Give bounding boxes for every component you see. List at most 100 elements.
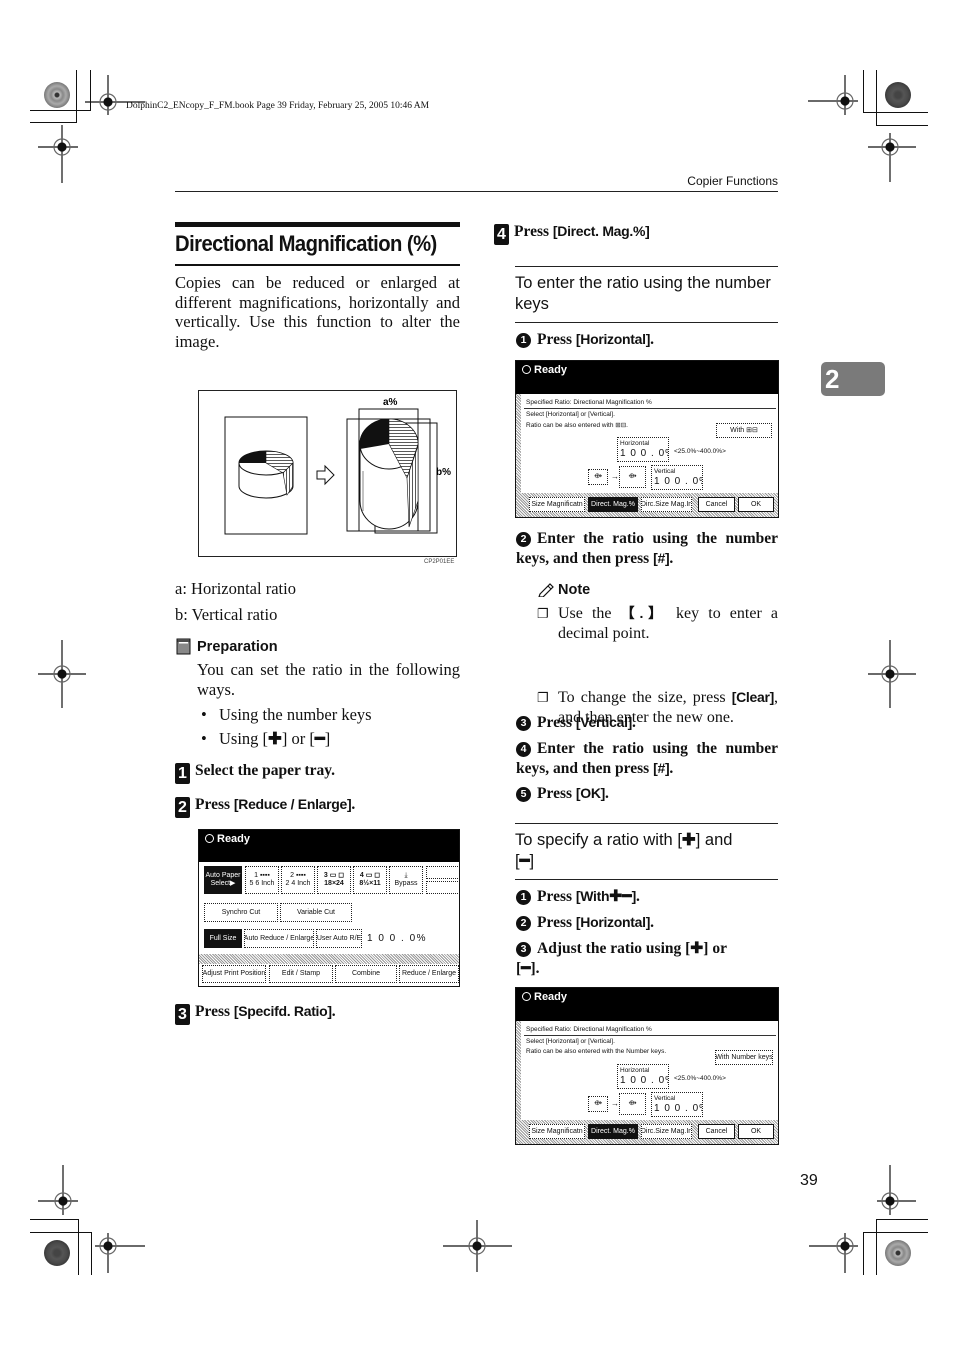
tab-size-magnification[interactable]: Size Magnificatn (529, 1124, 585, 1139)
note-icon (537, 581, 555, 602)
tab-strip-pattern (199, 954, 459, 964)
cancel-button[interactable]: Cancel (698, 1124, 735, 1139)
ratio-range: <25.0%~400.0%> (674, 1075, 726, 1082)
full-size-button[interactable]: Full Size (204, 929, 242, 948)
enlarged-cylinder-icon (359, 418, 419, 530)
registration-target-icon (877, 1165, 916, 1215)
registration-target-icon (38, 125, 78, 183)
registration-target-icon (38, 640, 86, 708)
registration-target-icon (868, 640, 916, 708)
figure-code: CP2P01EE (424, 559, 455, 565)
step-number: 1 (516, 333, 531, 348)
panel-title: Specified Ratio: Directional Magnificati… (526, 399, 652, 406)
substep-1: 1 Press [Horizontal]. (516, 330, 654, 350)
substep-adjust: 3 Adjust the ratio using [✚] or [━]. (516, 940, 727, 977)
step-number: 1 (516, 890, 531, 905)
minus-icon: ━ (521, 959, 531, 977)
user-auto-re-button[interactable]: User Auto R/E (316, 929, 362, 948)
ready-icon (522, 365, 531, 374)
subsection-rule (515, 266, 778, 267)
ok-button[interactable]: OK (738, 497, 774, 512)
with-number-keys-button[interactable]: With Number keys (715, 1050, 773, 1065)
tab-direct-mag[interactable]: Direct. Mag.% (588, 1124, 638, 1139)
tray-button-4[interactable]: 4 ▭ ◻ 8½×11 (353, 866, 387, 894)
with-plus-minus-button[interactable]: With ⊞⊟ (716, 423, 772, 438)
panel-title: Specified Ratio: Directional Magnificati… (526, 1026, 652, 1033)
ready-icon (522, 992, 531, 1001)
synchro-cut-button[interactable]: Synchro Cut (204, 903, 278, 922)
chapter-tab: 2 (821, 362, 885, 396)
preparation-heading: Preparation (197, 639, 278, 655)
step-3: 3 Press [Specifd. Ratio]. (175, 1003, 336, 1025)
original-cylinder-icon (238, 450, 294, 499)
tab-direct-mag[interactable]: Direct. Mag.% (588, 497, 638, 512)
magnification-figure: a% b% (198, 390, 457, 557)
right-arrow-icon (316, 464, 335, 486)
tab-direct-size-mag[interactable]: Dirc.Size Mag.In (641, 1124, 692, 1139)
panel-instruction: Select [Horizontal] or [Vertical]. (526, 411, 615, 418)
ready-icon (205, 834, 214, 843)
preparation-list: Using the number keys Using [✚] or [━] (197, 703, 460, 751)
original-icon: ⟴ (588, 1096, 608, 1112)
tray-button-auto[interactable]: Auto Paper Select▶ (204, 866, 242, 894)
tray-button-2[interactable]: 2 ▪▪▪▪ 2 4 Inch (281, 866, 315, 894)
tab-edit-stamp[interactable]: Edit / Stamp (269, 965, 333, 983)
substep-3: 3 Press [Vertical]. (516, 713, 636, 733)
key-label: [Direct. Mag.%] (552, 223, 650, 239)
cancel-button[interactable]: Cancel (698, 497, 735, 512)
page-number: 39 (800, 1172, 818, 1189)
arrow-icon: → (611, 1099, 619, 1108)
header-rule (175, 191, 778, 192)
ok-button[interactable]: OK (738, 1124, 774, 1139)
minus-icon: ━ (519, 851, 530, 870)
tab-size-magnification[interactable]: Size Magnificatn (529, 497, 585, 512)
key-label: [Reduce / Enlarge] (233, 796, 352, 812)
substep-2: 2 Enter the ratio using the number keys, … (516, 530, 778, 567)
empty-slot (426, 866, 459, 879)
subsection-heading-plus-minus: To specify a ratio with [✚] and [━] (515, 831, 733, 870)
panel-instruction: Ratio can be also entered with the Numbe… (526, 1048, 667, 1055)
horizontal-button[interactable]: Horizontal1 0 0 . 0% (617, 437, 669, 462)
vertical-button[interactable]: Vertical1 0 0 . 0% (651, 1092, 703, 1117)
auto-reduce-enlarge-button[interactable]: Auto Reduce / Enlarge (244, 929, 314, 948)
substep-4: 4 Enter the ratio using the number keys, … (516, 740, 778, 777)
label-b: b% (436, 467, 451, 478)
step-number: 1 (175, 763, 190, 784)
subsection-rule (515, 322, 778, 323)
running-head: Copier Functions (687, 174, 778, 188)
step-1: 1 Select the paper tray. (175, 762, 335, 784)
note-heading: Note (558, 582, 591, 598)
tray-button-1[interactable]: 1 ▪▪▪▪ 5 6 Inch (245, 866, 279, 894)
substep-with-plus-minus: 1 Press [With✚━]. (516, 887, 640, 907)
variable-cut-button[interactable]: Variable Cut (280, 903, 352, 922)
ratio-range: <25.0%~400.0%> (674, 448, 726, 455)
registration-target-icon (808, 75, 858, 115)
panel-status-bar: Ready (516, 361, 778, 394)
tab-combine[interactable]: Combine (335, 965, 397, 983)
horizontal-button[interactable]: Horizontal1 0 0 . 0% (617, 1064, 669, 1089)
subsection-rule (515, 823, 778, 824)
title-bar (175, 222, 460, 227)
step-number: 2 (516, 916, 531, 931)
step-number: 3 (516, 942, 531, 957)
registration-targets (38, 75, 916, 1273)
step-number: 4 (494, 224, 509, 245)
tab-reduce-enlarge[interactable]: Reduce / Enlarge (399, 965, 459, 983)
key-label: [Specifd. Ratio] (233, 1003, 332, 1019)
tray-button-bypass[interactable]: ⤓ Bypass (389, 866, 423, 894)
label-a: a% (383, 397, 398, 408)
registration-target-icon (809, 1233, 858, 1273)
direct-mag-panel-plusminus: Ready Specified Ratio: Directional Magni… (515, 987, 779, 1145)
vertical-button[interactable]: Vertical1 0 0 . 0% (651, 465, 703, 490)
title-rule (175, 264, 460, 266)
subsection-rule (515, 879, 778, 880)
tray-button-3[interactable]: 3 ▭ ◻ 18×24 (317, 866, 351, 894)
tab-adjust-print-position[interactable]: Adjust Print Position (202, 965, 266, 983)
arrow-icon: → (611, 472, 619, 481)
substep-horizontal: 2 Press [Horizontal]. (516, 913, 654, 933)
step-number: 2 (516, 532, 531, 547)
step-2: 2 Press [Reduce / Enlarge]. (175, 796, 355, 818)
tab-direct-size-mag[interactable]: Dirc.Size Mag.In (641, 497, 692, 512)
print-metadata: DolphinC2_ENcopy_F_FM.book Page 39 Frida… (126, 101, 430, 111)
direct-mag-panel-numkeys: Ready Specified Ratio: Directional Magni… (515, 360, 779, 518)
